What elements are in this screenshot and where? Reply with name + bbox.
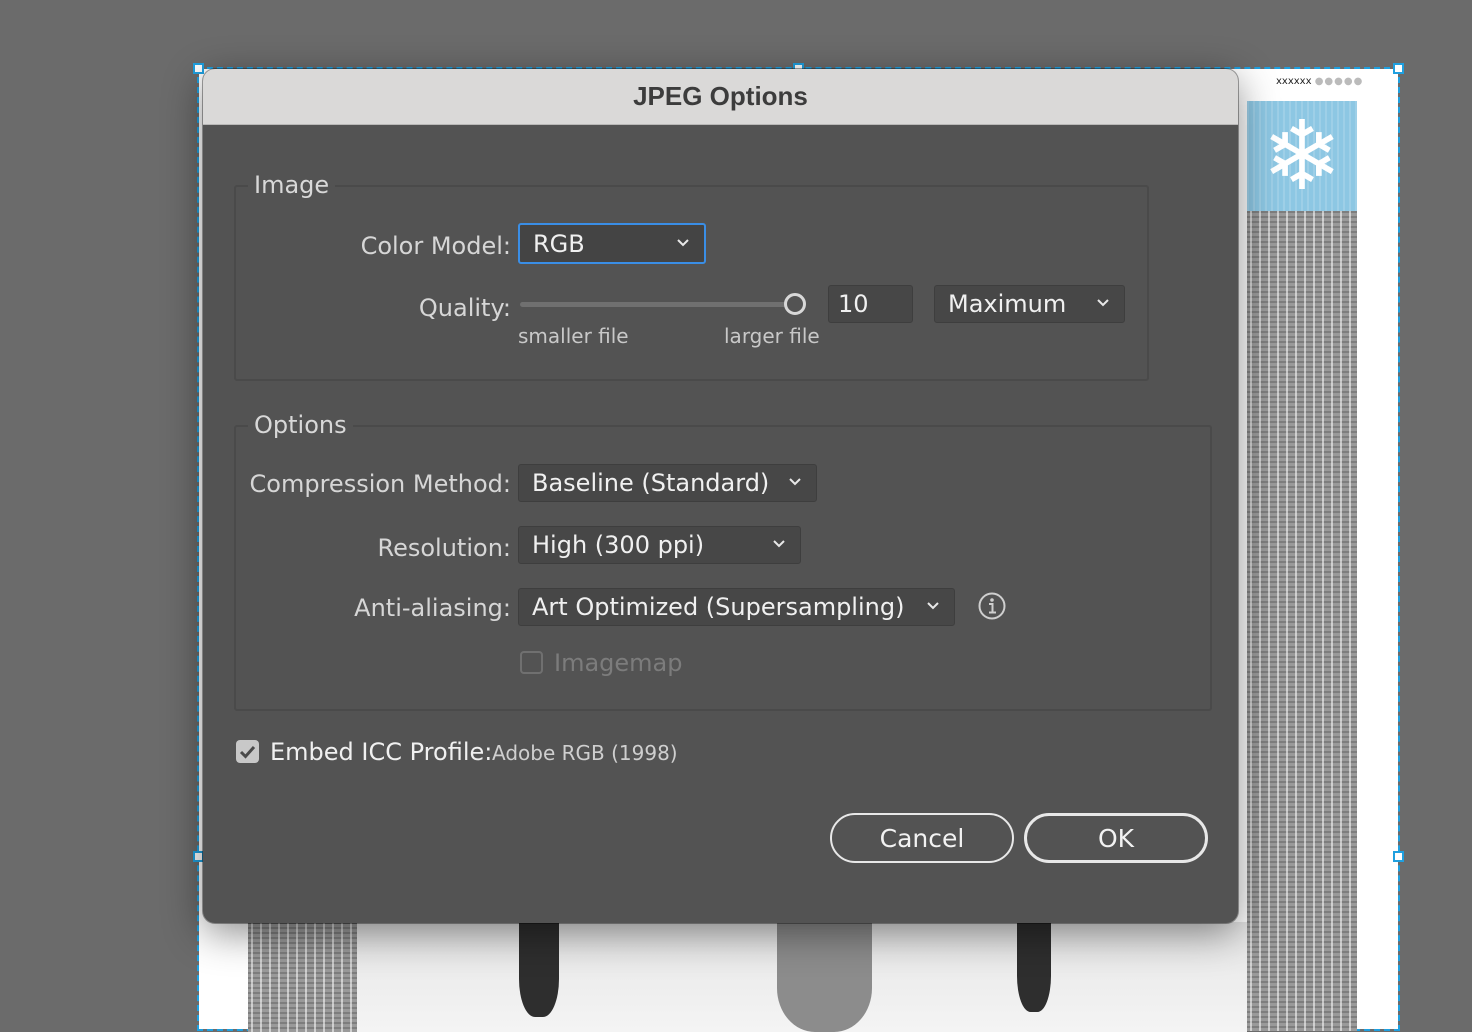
artboard-header-text: xxxxxx [1276, 76, 1312, 87]
quality-preset-select[interactable]: Maximum [934, 285, 1125, 323]
embed-icc-label: Embed ICC Profile: [270, 738, 493, 766]
selection-handle-middle-right[interactable] [1393, 851, 1404, 862]
knit-strip-right [1247, 211, 1357, 1031]
antialiasing-label: Anti-aliasing: [354, 594, 511, 622]
artboard-header: xxxxxx ●●●●● [1276, 76, 1363, 87]
artboard-header-dots: ●●●●● [1314, 76, 1364, 87]
selection-handle-top-left[interactable] [193, 63, 204, 74]
ok-button[interactable]: OK [1024, 813, 1208, 863]
smaller-file-label: smaller file [518, 324, 629, 348]
selection-handle-top-right[interactable] [1393, 63, 1404, 74]
quality-preset-value: Maximum [948, 290, 1067, 318]
color-model-label: Color Model: [360, 232, 511, 260]
snowflake-panel: ❄ [1247, 101, 1357, 211]
resolution-value: High (300 ppi) [532, 531, 705, 559]
compression-method-select[interactable]: Baseline (Standard) [518, 464, 817, 502]
quality-value: 10 [838, 290, 869, 318]
image-group-title: Image [248, 171, 336, 199]
quality-slider-track[interactable] [520, 302, 790, 307]
antialiasing-select[interactable]: Art Optimized (Supersampling) [518, 588, 955, 626]
embed-icc-profile: Adobe RGB (1998) [492, 741, 678, 765]
chevron-down-icon [773, 540, 785, 548]
options-group-title: Options [248, 411, 353, 439]
dialog-titlebar[interactable]: JPEG Options [203, 69, 1238, 125]
imagemap-checkbox[interactable] [520, 651, 543, 674]
penguin-flipper-right [1017, 922, 1051, 1012]
dialog-title: JPEG Options [633, 81, 808, 111]
quality-label: Quality: [418, 294, 511, 322]
color-model-select[interactable]: RGB [518, 223, 706, 264]
chevron-down-icon [927, 602, 939, 610]
knit-strip-left [248, 922, 358, 1032]
larger-file-label: larger file [724, 324, 820, 348]
resolution-select[interactable]: High (300 ppi) [518, 526, 801, 564]
imagemap-label: Imagemap [554, 649, 683, 677]
chevron-down-icon [1097, 299, 1109, 307]
color-model-value: RGB [533, 229, 585, 258]
compression-method-value: Baseline (Standard) [532, 469, 770, 497]
image-group-box [234, 185, 1149, 381]
penguin-flipper-left [519, 922, 559, 1017]
antialiasing-value: Art Optimized (Supersampling) [532, 593, 905, 621]
quality-value-field[interactable]: 10 [828, 285, 913, 323]
compression-method-label: Compression Method: [249, 470, 511, 498]
embed-icc-checkbox[interactable] [236, 740, 259, 763]
snowflake-icon: ❄ [1261, 100, 1343, 212]
resolution-label: Resolution: [377, 534, 512, 562]
quality-slider-knob[interactable] [784, 293, 806, 315]
chevron-down-icon [789, 478, 801, 486]
chevron-down-icon [677, 238, 689, 246]
checkmark-icon [239, 745, 256, 759]
info-icon[interactable] [977, 591, 1007, 621]
penguin-body [777, 922, 872, 1032]
penguin-photo [357, 922, 1247, 1032]
cancel-button[interactable]: Cancel [830, 813, 1014, 863]
